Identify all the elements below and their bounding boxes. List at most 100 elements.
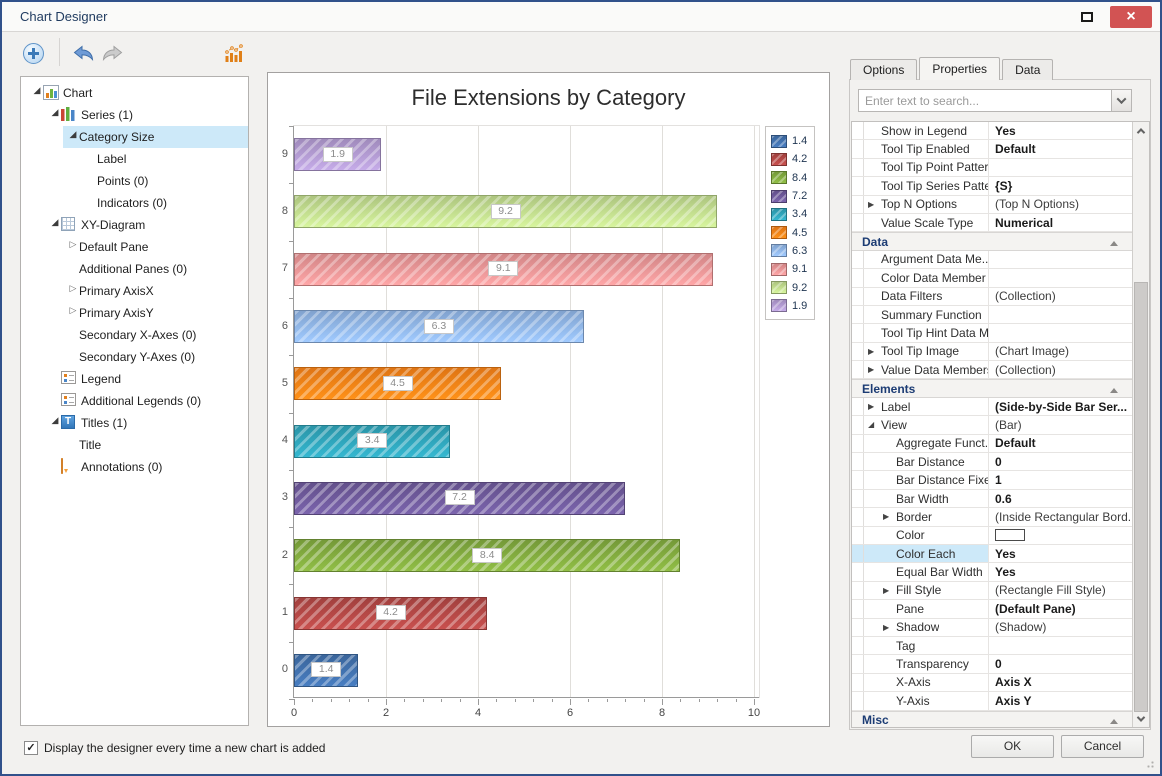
property-value-cell[interactable]: Yes xyxy=(988,122,1132,140)
property-row-bar-distance-fixed[interactable]: Bar Distance Fixed 1 xyxy=(852,471,1132,490)
property-value-cell[interactable]: (Shadow) xyxy=(988,618,1132,636)
tab-data[interactable]: Data xyxy=(1002,59,1054,80)
collapse-arrow-icon[interactable]: ◢ xyxy=(868,420,881,429)
property-value-cell[interactable] xyxy=(988,526,1132,544)
tree-item-titles-1[interactable]: ◢ Titles (1) xyxy=(21,412,248,434)
property-row-shadow[interactable]: ▶ Shadow (Shadow) xyxy=(852,618,1132,637)
expand-arrow-icon[interactable]: ▷ xyxy=(67,239,79,250)
cancel-button[interactable]: Cancel xyxy=(1061,735,1144,758)
display-designer-checkbox[interactable]: ✓ xyxy=(24,741,38,755)
property-row-tool-tip-image[interactable]: ▶ Tool Tip Image (Chart Image) xyxy=(852,342,1132,362)
property-row-tool-tip-hint-data-m[interactable]: Tool Tip Hint Data M... xyxy=(852,324,1132,343)
property-value-cell[interactable]: Axis X xyxy=(988,673,1132,692)
tree-item-indicators-0[interactable]: Indicators (0) xyxy=(21,192,248,214)
property-value-cell[interactable]: Default xyxy=(988,434,1132,453)
property-value-cell[interactable] xyxy=(988,324,1132,342)
property-value-cell[interactable]: Yes xyxy=(988,563,1132,581)
collapse-category-icon[interactable] xyxy=(1110,715,1118,724)
property-value-cell[interactable]: Numerical xyxy=(988,213,1132,232)
tree-item-legend[interactable]: Legend xyxy=(21,368,248,390)
property-row-y-axis[interactable]: Y-Axis Axis Y xyxy=(852,692,1132,711)
property-row-tool-tip-enabled[interactable]: Tool Tip Enabled Default xyxy=(852,140,1132,159)
property-row-argument-data-me[interactable]: Argument Data Me... xyxy=(852,250,1132,270)
property-row-bar-distance[interactable]: Bar Distance 0 xyxy=(852,453,1132,472)
property-value-cell[interactable]: (Collection) xyxy=(988,287,1132,305)
property-row-tag[interactable]: Tag xyxy=(852,636,1132,656)
chart-legend[interactable]: 1.4 4.2 8.4 7.2 3.4 4.5 6.3 9.1 9.2 1.9 xyxy=(765,126,815,320)
property-row-border[interactable]: ▶ Border (Inside Rectangular Bord... xyxy=(852,508,1132,527)
property-value-cell[interactable] xyxy=(988,305,1132,324)
collapse-arrow-icon[interactable]: ◢ xyxy=(49,415,61,426)
scrollbar-thumb[interactable] xyxy=(1134,282,1148,712)
tree-item-secondary-y-axes-0[interactable]: Secondary Y-Axes (0) xyxy=(21,346,248,368)
tree-item-category-size[interactable]: ◢ Category Size xyxy=(21,126,248,148)
property-value-cell[interactable] xyxy=(988,250,1132,269)
property-value-cell[interactable]: (Inside Rectangular Bord... xyxy=(988,508,1132,526)
property-row-show-in-legend[interactable]: Show in Legend Yes xyxy=(852,122,1132,141)
expand-arrow-icon[interactable]: ▷ xyxy=(67,305,79,316)
tree-item-default-pane[interactable]: ▷ Default Pane xyxy=(21,236,248,258)
tree-item-secondary-x-axes-0[interactable]: Secondary X-Axes (0) xyxy=(21,324,248,346)
property-value-cell[interactable]: 1 xyxy=(988,471,1132,489)
property-row-aggregate-funct[interactable]: Aggregate Funct... Default xyxy=(852,434,1132,454)
property-value-cell[interactable]: (Bar) xyxy=(988,416,1132,434)
property-value-cell[interactable]: Axis Y xyxy=(988,692,1132,710)
expand-arrow-icon[interactable]: ▶ xyxy=(868,402,881,411)
expand-arrow-icon[interactable]: ▶ xyxy=(868,200,881,209)
property-row-transparency[interactable]: Transparency 0 xyxy=(852,655,1132,674)
redo-button[interactable] xyxy=(98,40,126,66)
close-button[interactable]: × xyxy=(1110,6,1152,28)
property-value-cell[interactable]: (Chart Image) xyxy=(988,342,1132,361)
scroll-down-button[interactable] xyxy=(1133,710,1149,727)
tree-item-primary-axisx[interactable]: ▷ Primary AxisX xyxy=(21,280,248,302)
property-row-fill-style[interactable]: ▶ Fill Style (Rectangle Fill Style) xyxy=(852,581,1132,601)
property-row-summary-function[interactable]: Summary Function xyxy=(852,305,1132,325)
property-row-tool-tip-point-pattern[interactable]: Tool Tip Point Pattern xyxy=(852,158,1132,178)
property-row-tool-tip-series-pattern[interactable]: Tool Tip Series Pattern{S} xyxy=(852,177,1132,196)
tree-item-series-1[interactable]: ◢ Series (1) xyxy=(21,104,248,126)
property-value-cell[interactable]: 0.6 xyxy=(988,489,1132,508)
property-value-cell[interactable] xyxy=(988,269,1132,287)
category-row-misc[interactable]: Misc xyxy=(852,710,1132,727)
expand-arrow-icon[interactable]: ▶ xyxy=(868,365,881,374)
property-value-cell[interactable]: (Side-by-Side Bar Ser... xyxy=(988,397,1132,416)
property-row-color[interactable]: Color xyxy=(852,526,1132,545)
property-value-cell[interactable]: (Rectangle Fill Style) xyxy=(988,581,1132,600)
property-row-equal-bar-width[interactable]: Equal Bar Width Yes xyxy=(852,563,1132,582)
tree-item-additional-panes-0[interactable]: Additional Panes (0) xyxy=(21,258,248,280)
property-value-cell[interactable]: (Top N Options) xyxy=(988,195,1132,213)
tree-item-title[interactable]: Title xyxy=(21,434,248,456)
property-row-label[interactable]: ▶ Label (Side-by-Side Bar Ser... xyxy=(852,397,1132,417)
expand-arrow-icon[interactable]: ▶ xyxy=(883,623,896,632)
maximize-button[interactable] xyxy=(1074,7,1100,27)
property-value-cell[interactable] xyxy=(988,158,1132,177)
property-value-cell[interactable]: Default xyxy=(988,140,1132,158)
tree-item-primary-axisy[interactable]: ▷ Primary AxisY xyxy=(21,302,248,324)
tree-item-annotations-0[interactable]: Annotations (0) xyxy=(21,456,248,478)
property-row-value-scale-type[interactable]: Value Scale Type Numerical xyxy=(852,213,1132,233)
property-value-cell[interactable] xyxy=(988,636,1132,655)
property-value-cell[interactable]: 0 xyxy=(988,655,1132,673)
property-row-x-axis[interactable]: X-Axis Axis X xyxy=(852,673,1132,693)
property-row-color-data-member[interactable]: Color Data Member xyxy=(852,269,1132,288)
property-value-cell[interactable]: 0 xyxy=(988,453,1132,471)
collapse-arrow-icon[interactable]: ◢ xyxy=(49,217,61,228)
property-row-view[interactable]: ◢ View (Bar) xyxy=(852,416,1132,435)
chart-title[interactable]: File Extensions by Category xyxy=(268,85,829,111)
property-row-data-filters[interactable]: Data Filters (Collection) xyxy=(852,287,1132,306)
undo-button[interactable] xyxy=(70,40,98,66)
collapse-arrow-icon[interactable]: ◢ xyxy=(49,107,61,118)
add-chart-element-button[interactable] xyxy=(19,40,47,66)
ok-button[interactable]: OK xyxy=(971,735,1054,758)
collapse-arrow-icon[interactable]: ◢ xyxy=(67,129,79,140)
expand-arrow-icon[interactable]: ▷ xyxy=(67,283,79,294)
search-dropdown-button[interactable] xyxy=(1111,90,1131,111)
tab-properties[interactable]: Properties xyxy=(919,57,1001,80)
property-row-pane[interactable]: Pane (Default Pane) xyxy=(852,600,1132,619)
tab-options[interactable]: Options xyxy=(850,59,918,80)
expand-arrow-icon[interactable]: ▶ xyxy=(883,586,896,595)
collapse-category-icon[interactable] xyxy=(1110,237,1118,246)
category-row-data[interactable]: Data xyxy=(852,232,1132,251)
tree-item-chart[interactable]: ◢ Chart xyxy=(21,82,248,104)
property-value-cell[interactable]: (Collection) xyxy=(988,361,1132,379)
